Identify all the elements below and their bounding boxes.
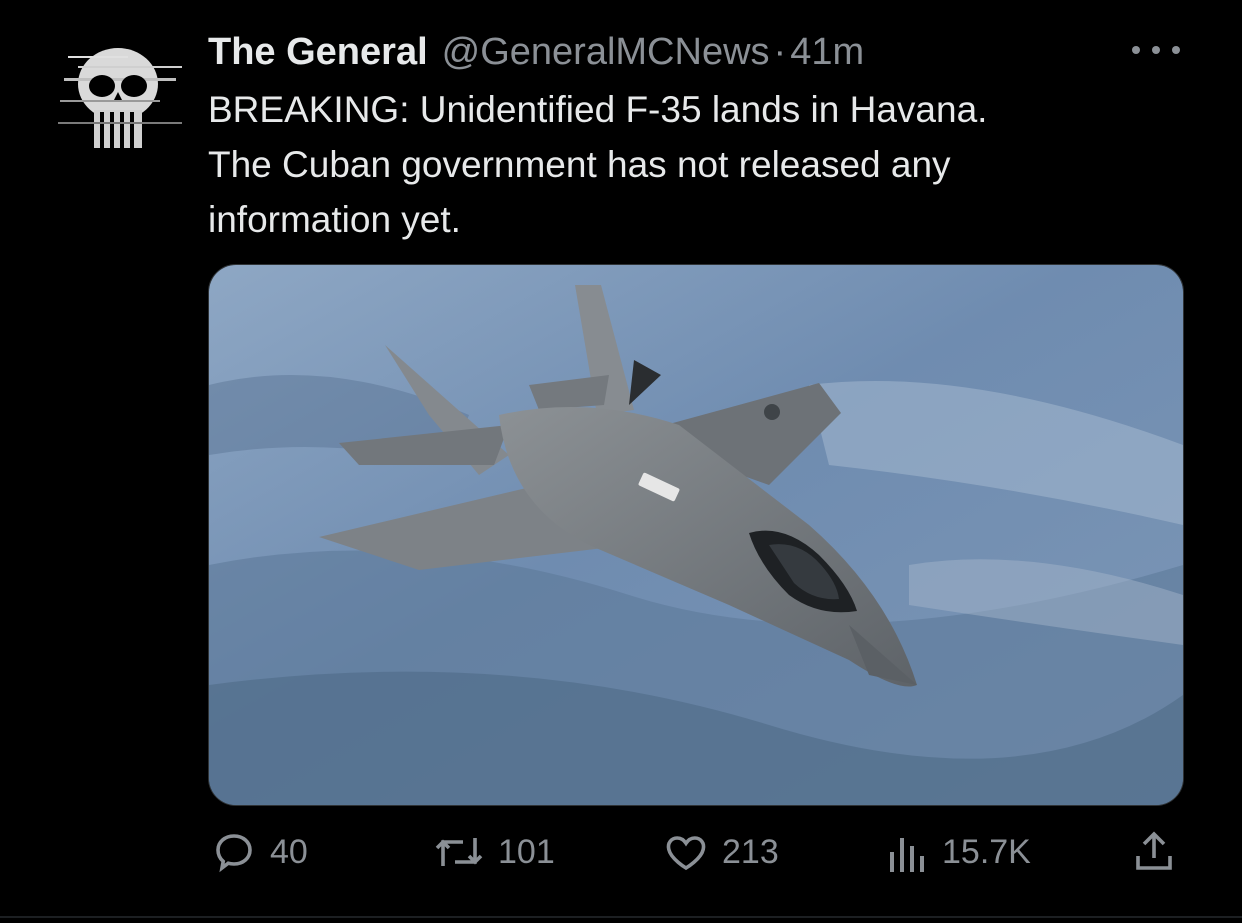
separator-dot: ·	[773, 30, 787, 73]
tweet-actions: 40 101 213 15.7K	[208, 824, 1182, 880]
heart-icon	[666, 836, 706, 871]
retweet-button[interactable]: 101	[432, 824, 555, 880]
reply-button[interactable]: 40	[210, 824, 308, 880]
views-count: 15.7K	[942, 832, 1031, 871]
f35-jet-photo	[209, 265, 1183, 805]
views-button[interactable]: 15.7K	[886, 824, 1031, 880]
tweet[interactable]: The General @GeneralMCNews · 41m BREAKIN…	[0, 0, 1242, 923]
views-icon	[890, 838, 924, 872]
more-options-icon[interactable]	[1132, 38, 1180, 62]
like-button[interactable]: 213	[662, 824, 779, 880]
reply-icon	[216, 834, 252, 873]
retweet-count: 101	[498, 832, 555, 871]
divider	[0, 916, 1242, 918]
retweet-icon	[435, 838, 483, 866]
author-handle[interactable]: @GeneralMCNews	[442, 31, 770, 74]
avatar[interactable]	[58, 38, 182, 156]
tweet-media[interactable]	[208, 264, 1184, 806]
tweet-text: BREAKING: Unidentified F-35 lands in Hav…	[208, 89, 988, 240]
reply-count: 40	[270, 832, 308, 871]
tweet-time[interactable]: 41m	[790, 31, 864, 74]
tweet-header: The General @GeneralMCNews · 41m	[208, 28, 864, 76]
skull-avatar-icon	[58, 38, 182, 156]
share-icon	[1136, 831, 1172, 870]
like-count: 213	[722, 832, 779, 871]
share-button[interactable]	[1130, 824, 1190, 880]
author-name[interactable]: The General	[208, 31, 428, 74]
